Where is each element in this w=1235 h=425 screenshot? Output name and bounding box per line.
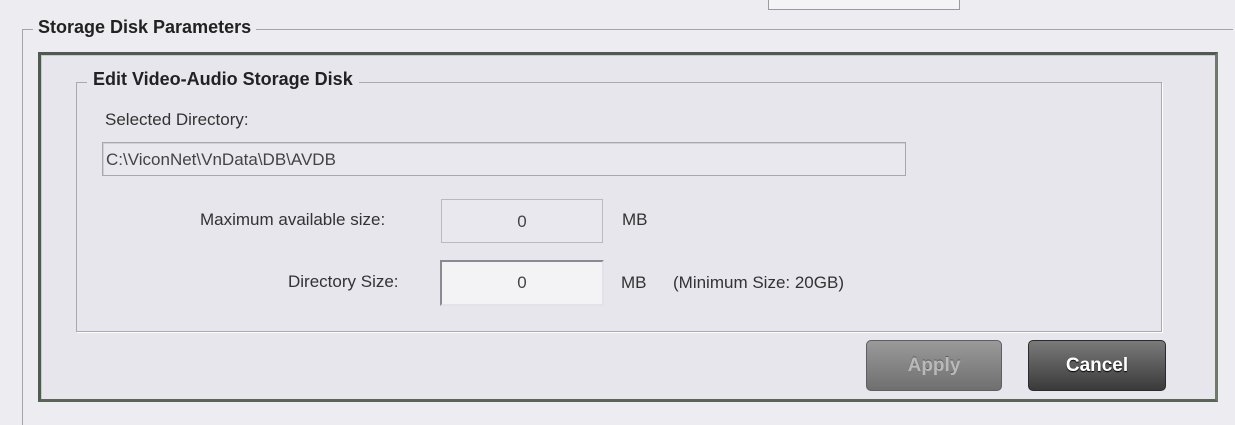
maximum-available-size-field: 0 [441,199,603,243]
edit-video-audio-storage-disk-title: Edit Video-Audio Storage Disk [87,69,359,90]
maximum-available-size-label: Maximum available size: [200,210,386,229]
minimum-size-note: (Minimum Size: 20GB) [673,273,844,292]
selected-directory-field: C:\ViconNet\VnData\DB\AVDB [102,142,906,176]
directory-size-label: Directory Size: [288,272,399,291]
maximum-available-size-unit: MB [622,210,648,229]
storage-disk-parameters-title: Storage Disk Parameters [33,17,257,38]
cancel-button[interactable]: Cancel [1028,340,1166,391]
top-edge-control [768,0,960,10]
selected-directory-label: Selected Directory: [105,110,249,129]
directory-size-input[interactable]: 0 [440,260,604,306]
directory-size-unit: MB [621,273,647,292]
apply-button[interactable]: Apply [866,340,1002,391]
